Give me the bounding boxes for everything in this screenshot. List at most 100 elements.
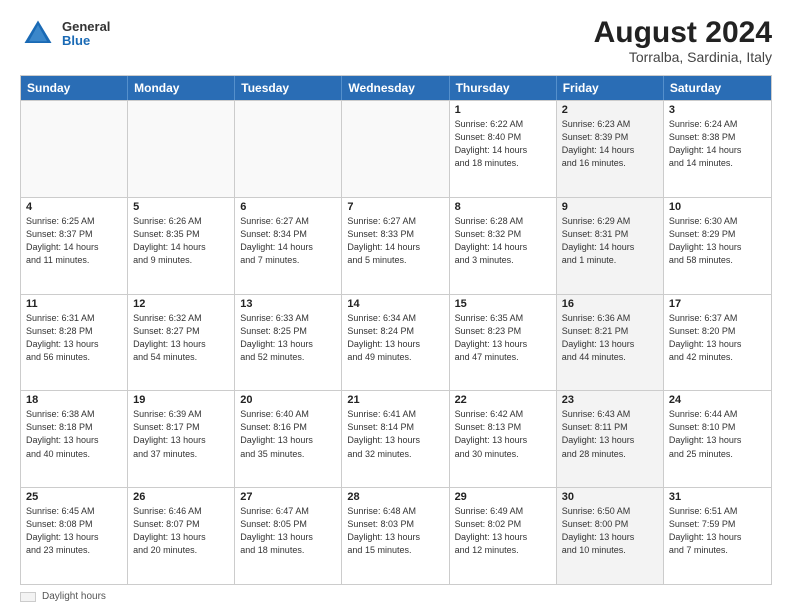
cal-cell-0-5: 2Sunrise: 6:23 AMSunset: 8:39 PMDaylight… xyxy=(557,101,664,197)
cal-cell-3-5: 23 Sunrise: 6:43 AMSunset: 8:11 PMDayligh… xyxy=(557,391,664,487)
cell-day-num: 26 xyxy=(133,491,229,503)
cell-info-text: Sunrise: 6:40 AMSunset: 8:16 PMDaylight:… xyxy=(240,408,336,460)
title-block: August 2024 Torralba, Sardinia, Italy xyxy=(594,16,772,65)
cell-day-num: 1 xyxy=(455,104,551,116)
calendar: SundayMondayTuesdayWednesdayThursdayFrid… xyxy=(20,75,772,585)
cal-cell-3-1: 19 Sunrise: 6:39 AMSunset: 8:17 PMDayligh… xyxy=(128,391,235,487)
cell-info-text: Sunrise: 6:45 AMSunset: 8:08 PMDaylight:… xyxy=(26,505,122,557)
cal-cell-1-0: 4 Sunrise: 6:25 AMSunset: 8:37 PMDaylight… xyxy=(21,198,128,294)
cal-cell-4-4: 29Sunrise: 6:49 AMSunset: 8:02 PMDayligh… xyxy=(450,488,557,584)
cell-info-text: Sunrise: 6:31 AMSunset: 8:28 PMDaylight:… xyxy=(26,312,122,364)
cell-day-num: 18 xyxy=(26,394,122,406)
cell-info-text: Sunrise: 6:30 AMSunset: 8:29 PMDaylight:… xyxy=(669,215,766,267)
cell-info-text: Sunrise: 6:34 AMSunset: 8:24 PMDaylight:… xyxy=(347,312,443,364)
cell-day-num: 12 xyxy=(133,298,229,310)
cell-info-text: Sunrise: 6:46 AMSunset: 8:07 PMDaylight:… xyxy=(133,505,229,557)
calendar-body: 1Sunrise: 6:22 AMSunset: 8:40 PMDaylight… xyxy=(21,100,771,584)
cal-cell-1-1: 5Sunrise: 6:26 AMSunset: 8:35 PMDaylight… xyxy=(128,198,235,294)
cell-day-num: 8 xyxy=(455,201,551,213)
cal-header-sunday: Sunday xyxy=(21,76,128,100)
cell-day-num: 24 xyxy=(669,394,766,406)
cell-info-text: Sunrise: 6:50 AMSunset: 8:00 PMDaylight:… xyxy=(562,505,658,557)
cell-day-num: 21 xyxy=(347,394,443,406)
cell-info-text: Sunrise: 6:38 AMSunset: 8:18 PMDaylight:… xyxy=(26,408,122,460)
cal-header-monday: Monday xyxy=(128,76,235,100)
cell-day-num: 22 xyxy=(455,394,551,406)
cell-day-num: 9 xyxy=(562,201,658,213)
cal-cell-1-4: 8 Sunrise: 6:28 AMSunset: 8:32 PMDaylight… xyxy=(450,198,557,294)
cell-info-text: Sunrise: 6:27 AMSunset: 8:33 PMDaylight:… xyxy=(347,215,443,267)
cal-cell-2-5: 16Sunrise: 6:36 AMSunset: 8:21 PMDayligh… xyxy=(557,295,664,391)
cell-day-num: 27 xyxy=(240,491,336,503)
cal-cell-0-0 xyxy=(21,101,128,197)
cal-cell-2-0: 11 Sunrise: 6:31 AMSunset: 8:28 PMDayligh… xyxy=(21,295,128,391)
cal-cell-2-6: 17Sunrise: 6:37 AMSunset: 8:20 PMDayligh… xyxy=(664,295,771,391)
logo: General Blue xyxy=(20,16,110,52)
cal-cell-3-4: 22 Sunrise: 6:42 AMSunset: 8:13 PMDayligh… xyxy=(450,391,557,487)
legend-box xyxy=(20,592,36,602)
cell-info-text: Sunrise: 6:23 AMSunset: 8:39 PMDaylight:… xyxy=(562,118,658,170)
page: General Blue August 2024 Torralba, Sardi… xyxy=(0,0,792,612)
cal-cell-2-4: 15 Sunrise: 6:35 AMSunset: 8:23 PMDayligh… xyxy=(450,295,557,391)
cal-cell-2-1: 12 Sunrise: 6:32 AMSunset: 8:27 PMDayligh… xyxy=(128,295,235,391)
cal-cell-4-0: 25 Sunrise: 6:45 AMSunset: 8:08 PMDayligh… xyxy=(21,488,128,584)
cell-info-text: Sunrise: 6:32 AMSunset: 8:27 PMDaylight:… xyxy=(133,312,229,364)
cell-day-num: 11 xyxy=(26,298,122,310)
cal-cell-4-2: 27 Sunrise: 6:47 AMSunset: 8:05 PMDayligh… xyxy=(235,488,342,584)
cell-day-num: 4 xyxy=(26,201,122,213)
cal-header-saturday: Saturday xyxy=(664,76,771,100)
cell-info-text: Sunrise: 6:28 AMSunset: 8:32 PMDaylight:… xyxy=(455,215,551,267)
cal-cell-4-6: 31 Sunrise: 6:51 AMSunset: 7:59 PMDayligh… xyxy=(664,488,771,584)
cell-day-num: 29 xyxy=(455,491,551,503)
cell-day-num: 23 xyxy=(562,394,658,406)
cell-day-num: 10 xyxy=(669,201,766,213)
location-title: Torralba, Sardinia, Italy xyxy=(594,49,772,65)
cell-day-num: 15 xyxy=(455,298,551,310)
header: General Blue August 2024 Torralba, Sardi… xyxy=(20,16,772,65)
cal-cell-1-3: 7 Sunrise: 6:27 AMSunset: 8:33 PMDaylight… xyxy=(342,198,449,294)
cell-day-num: 3 xyxy=(669,104,766,116)
legend-label: Daylight hours xyxy=(42,591,106,602)
cell-info-text: Sunrise: 6:51 AMSunset: 7:59 PMDaylight:… xyxy=(669,505,766,557)
cell-day-num: 6 xyxy=(240,201,336,213)
cal-cell-0-3 xyxy=(342,101,449,197)
cal-cell-2-2: 13Sunrise: 6:33 AMSunset: 8:25 PMDayligh… xyxy=(235,295,342,391)
cell-day-num: 25 xyxy=(26,491,122,503)
logo-text: General Blue xyxy=(62,20,110,49)
cal-header-friday: Friday xyxy=(557,76,664,100)
cal-cell-4-5: 30 Sunrise: 6:50 AMSunset: 8:00 PMDayligh… xyxy=(557,488,664,584)
cal-cell-1-2: 6Sunrise: 6:27 AMSunset: 8:34 PMDaylight… xyxy=(235,198,342,294)
cal-cell-2-3: 14 Sunrise: 6:34 AMSunset: 8:24 PMDayligh… xyxy=(342,295,449,391)
cal-cell-1-6: 10 Sunrise: 6:30 AMSunset: 8:29 PMDayligh… xyxy=(664,198,771,294)
cell-day-num: 30 xyxy=(562,491,658,503)
cell-day-num: 7 xyxy=(347,201,443,213)
cal-cell-0-4: 1Sunrise: 6:22 AMSunset: 8:40 PMDaylight… xyxy=(450,101,557,197)
logo-blue: Blue xyxy=(62,34,110,48)
cell-info-text: Sunrise: 6:39 AMSunset: 8:17 PMDaylight:… xyxy=(133,408,229,460)
cal-cell-3-6: 24 Sunrise: 6:44 AMSunset: 8:10 PMDayligh… xyxy=(664,391,771,487)
month-year-title: August 2024 xyxy=(594,16,772,49)
cell-day-num: 17 xyxy=(669,298,766,310)
cell-day-num: 31 xyxy=(669,491,766,503)
cell-info-text: Sunrise: 6:24 AMSunset: 8:38 PMDaylight:… xyxy=(669,118,766,170)
cell-info-text: Sunrise: 6:44 AMSunset: 8:10 PMDaylight:… xyxy=(669,408,766,460)
cal-cell-3-3: 21Sunrise: 6:41 AMSunset: 8:14 PMDayligh… xyxy=(342,391,449,487)
cell-day-num: 16 xyxy=(562,298,658,310)
cal-cell-4-3: 28Sunrise: 6:48 AMSunset: 8:03 PMDayligh… xyxy=(342,488,449,584)
cal-cell-1-5: 9Sunrise: 6:29 AMSunset: 8:31 PMDaylight… xyxy=(557,198,664,294)
logo-general: General xyxy=(62,20,110,34)
cell-day-num: 14 xyxy=(347,298,443,310)
cal-cell-0-1 xyxy=(128,101,235,197)
cell-info-text: Sunrise: 6:35 AMSunset: 8:23 PMDaylight:… xyxy=(455,312,551,364)
calendar-header-row: SundayMondayTuesdayWednesdayThursdayFrid… xyxy=(21,76,771,100)
cell-info-text: Sunrise: 6:43 AMSunset: 8:11 PMDaylight:… xyxy=(562,408,658,460)
logo-icon xyxy=(20,16,56,52)
cell-info-text: Sunrise: 6:25 AMSunset: 8:37 PMDaylight:… xyxy=(26,215,122,267)
cal-week-3: 18 Sunrise: 6:38 AMSunset: 8:18 PMDayligh… xyxy=(21,390,771,487)
cal-header-tuesday: Tuesday xyxy=(235,76,342,100)
cell-day-num: 5 xyxy=(133,201,229,213)
cell-info-text: Sunrise: 6:47 AMSunset: 8:05 PMDaylight:… xyxy=(240,505,336,557)
cell-info-text: Sunrise: 6:42 AMSunset: 8:13 PMDaylight:… xyxy=(455,408,551,460)
cal-cell-0-6: 3 Sunrise: 6:24 AMSunset: 8:38 PMDaylight… xyxy=(664,101,771,197)
cell-day-num: 19 xyxy=(133,394,229,406)
